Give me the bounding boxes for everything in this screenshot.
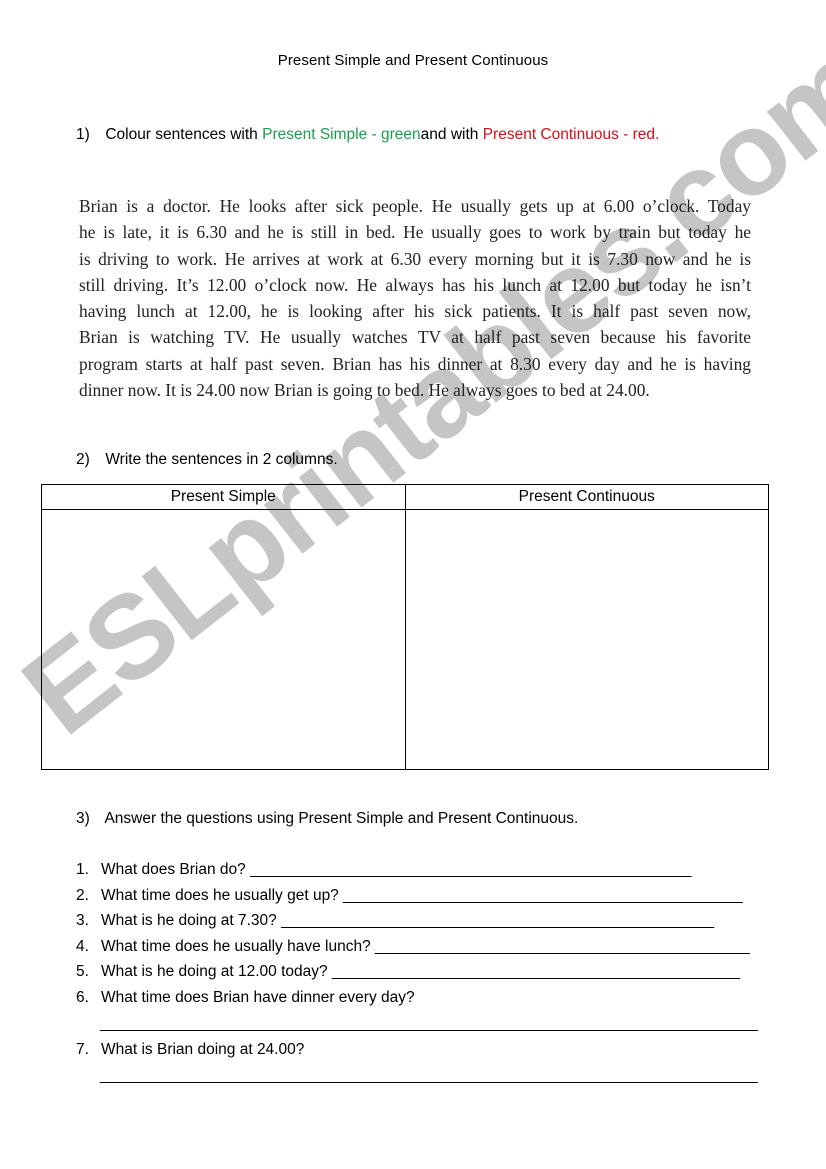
present-continuous-red-label: Present Continuous - red. [482, 126, 660, 143]
task-3-text: Answer the questions using Present Simpl… [104, 810, 579, 827]
question-text: What does Brian do? [101, 861, 246, 878]
question-item: 4. What time does he usually have lunch? … [76, 938, 750, 956]
question-item: 3. What is he doing at 7.30? ____________… [76, 912, 714, 930]
present-simple-answer-cell[interactable] [41, 509, 406, 770]
story-line: program starts at half past seven. Brian… [79, 353, 751, 374]
two-column-table: Present Simple Present Continuous [41, 484, 769, 770]
task-2-text: Write the sentences in 2 columns. [105, 451, 338, 468]
task-1-number: 1) [76, 126, 90, 143]
question-number: 6. [76, 989, 89, 1006]
task-1-text-middle: and with [420, 126, 483, 143]
task-3-number: 3) [76, 810, 90, 827]
task-1-text: Colour sentences with [105, 126, 263, 143]
question-text: What is he doing at 12.00 today? [101, 963, 328, 980]
story-line: Brian is a doctor. He looks after sick p… [79, 196, 751, 216]
question-number: 4. [76, 938, 89, 955]
story-line: is driving to work. He arrives at work a… [79, 248, 751, 269]
answer-blank[interactable]: ________________________________________… [100, 1067, 758, 1085]
question-number: 1. [76, 861, 89, 878]
present-simple-green-label: Present Simple - green [262, 126, 421, 143]
question-item: 2. What time does he usually get up? ____… [76, 887, 743, 905]
question-item: 5. What is he doing at 12.00 today? _____… [76, 963, 740, 981]
question-number: 3. [76, 912, 89, 929]
story-line: dinner now. It is 24.00 now Brian is goi… [79, 380, 650, 401]
question-text: What is Brian doing at 24.00? [101, 1041, 305, 1058]
story-line: Brian is watching TV. He usually watches… [79, 327, 751, 348]
question-text: What time does Brian have dinner every d… [101, 989, 415, 1006]
task-3-instruction: 3) Answer the questions using Present Si… [76, 810, 578, 828]
question-text: What time does he usually get up? [101, 887, 339, 904]
task-1-instruction: 1) Colour sentences with Present Simple … [76, 126, 659, 144]
present-continuous-answer-cell[interactable] [404, 509, 769, 770]
question-item: 1. What does Brian do? __________________… [76, 861, 691, 879]
column-header-present-continuous: Present Continuous [404, 484, 769, 510]
question-item: 6. What time does Brian have dinner every… [76, 989, 415, 1007]
question-number: 5. [76, 963, 89, 980]
story-line: he is late, it is 6.30 and he is still i… [79, 222, 751, 243]
question-number: 7. [76, 1041, 89, 1058]
answer-blank[interactable]: ________________________________________… [250, 861, 691, 878]
task-2-instruction: 2) Write the sentences in 2 columns. [76, 451, 338, 469]
question-number: 2. [76, 887, 89, 904]
story-line: having lunch at 12.00, he is looking aft… [79, 301, 751, 322]
question-item: 7. What is Brian doing at 24.00? [76, 1041, 304, 1059]
answer-blank[interactable]: ________________________________________… [375, 938, 750, 955]
answer-blank[interactable]: ________________________________________… [343, 887, 743, 904]
story-line: still driving. It’s 12.00 o’clock now. H… [79, 274, 751, 295]
column-header-present-simple: Present Simple [41, 484, 406, 510]
answer-blank[interactable]: ________________________________________… [332, 963, 740, 980]
story-paragraph: Brian is a doctor. He looks after sick p… [79, 193, 751, 403]
task-2-number: 2) [76, 451, 90, 468]
question-text: What time does he usually have lunch? [101, 938, 371, 955]
page-title: Present Simple and Present Continuous [277, 52, 549, 69]
answer-blank[interactable]: ________________________________________… [281, 912, 714, 929]
answer-blank[interactable]: ________________________________________… [100, 1015, 758, 1033]
question-text: What is he doing at 7.30? [101, 912, 277, 929]
